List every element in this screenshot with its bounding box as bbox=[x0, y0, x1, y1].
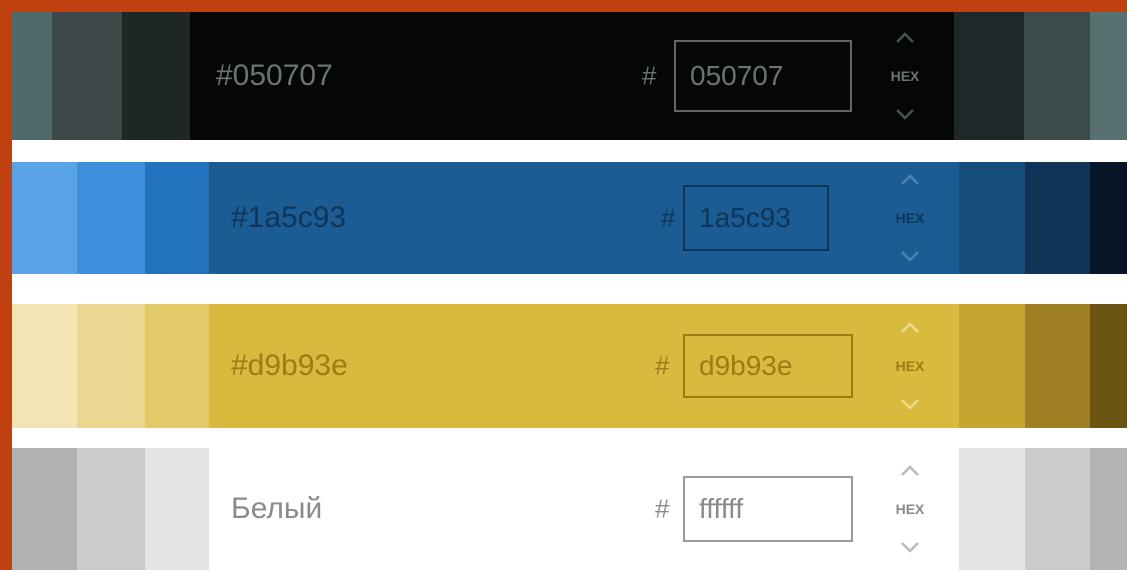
hex-value-input[interactable] bbox=[683, 185, 829, 251]
hash-label: # bbox=[642, 60, 657, 91]
chevron-up-icon[interactable] bbox=[895, 318, 925, 338]
lighter-shade-swatch[interactable] bbox=[52, 12, 122, 140]
lighter-shade-swatch[interactable] bbox=[122, 12, 190, 140]
chevron-down-icon[interactable] bbox=[895, 246, 925, 266]
hex-value-input[interactable] bbox=[683, 476, 853, 542]
darker-shade-swatch[interactable] bbox=[1090, 448, 1127, 570]
main-color-area: #050707 # HEX bbox=[190, 12, 954, 140]
lighter-shade-swatch[interactable] bbox=[12, 162, 77, 274]
lighter-shade-swatch[interactable] bbox=[12, 12, 52, 140]
darker-shade-swatch[interactable] bbox=[1090, 304, 1127, 428]
lighter-shade-swatch[interactable] bbox=[12, 448, 77, 570]
format-label: HEX bbox=[895, 358, 925, 374]
lighter-shade-swatch[interactable] bbox=[77, 304, 145, 428]
chevron-up-icon[interactable] bbox=[895, 170, 925, 190]
color-name: Белый bbox=[231, 492, 323, 525]
main-color-area: #1a5c93 # HEX bbox=[209, 162, 959, 274]
color-row-2: #1a5c93 # HEX bbox=[12, 162, 1127, 274]
chevron-up-icon[interactable] bbox=[895, 461, 925, 481]
chevron-down-icon[interactable] bbox=[895, 537, 925, 557]
hash-label: # bbox=[655, 493, 670, 524]
color-row-1: #050707 # HEX bbox=[12, 12, 1127, 140]
lighter-shade-swatch[interactable] bbox=[77, 448, 145, 570]
darker-shade-swatch[interactable] bbox=[1025, 162, 1090, 274]
darker-shade-swatch[interactable] bbox=[1025, 448, 1090, 570]
darker-shade-swatch[interactable] bbox=[959, 304, 1025, 428]
hex-value-input[interactable] bbox=[674, 40, 852, 112]
hash-label: # bbox=[655, 350, 670, 381]
lighter-shade-swatch[interactable] bbox=[145, 448, 209, 570]
format-stepper: HEX bbox=[887, 170, 933, 266]
darker-shade-swatch[interactable] bbox=[1090, 162, 1127, 274]
darker-shade-swatch[interactable] bbox=[1025, 304, 1090, 428]
darker-shade-swatch[interactable] bbox=[954, 12, 1024, 140]
format-label: HEX bbox=[890, 68, 920, 84]
color-name: #d9b93e bbox=[231, 349, 348, 382]
format-label: HEX bbox=[895, 501, 925, 517]
darker-shade-swatch[interactable] bbox=[1024, 12, 1090, 140]
darker-shade-swatch[interactable] bbox=[1090, 12, 1127, 140]
chevron-down-icon[interactable] bbox=[890, 104, 920, 124]
chevron-down-icon[interactable] bbox=[895, 394, 925, 414]
lighter-shade-swatch[interactable] bbox=[77, 162, 145, 274]
format-stepper: HEX bbox=[887, 461, 933, 557]
format-stepper: HEX bbox=[882, 28, 928, 124]
format-label: HEX bbox=[895, 210, 925, 226]
lighter-shade-swatch[interactable] bbox=[12, 304, 77, 428]
main-color-area: Белый # HEX bbox=[209, 448, 959, 570]
main-color-area: #d9b93e # HEX bbox=[209, 304, 959, 428]
color-row-3: #d9b93e # HEX bbox=[12, 304, 1127, 428]
color-name: #050707 bbox=[216, 59, 333, 92]
format-stepper: HEX bbox=[887, 318, 933, 414]
color-row-4: Белый # HEX bbox=[12, 448, 1127, 570]
chevron-up-icon[interactable] bbox=[890, 28, 920, 48]
lighter-shade-swatch[interactable] bbox=[145, 162, 209, 274]
color-palette-panel: #050707 # HEX #1a5c93 # HEX bbox=[12, 12, 1127, 570]
darker-shade-swatch[interactable] bbox=[959, 448, 1025, 570]
lighter-shade-swatch[interactable] bbox=[145, 304, 209, 428]
color-name: #1a5c93 bbox=[231, 201, 347, 234]
hex-value-input[interactable] bbox=[683, 334, 853, 398]
darker-shade-swatch[interactable] bbox=[959, 162, 1025, 274]
hash-label: # bbox=[661, 202, 676, 233]
